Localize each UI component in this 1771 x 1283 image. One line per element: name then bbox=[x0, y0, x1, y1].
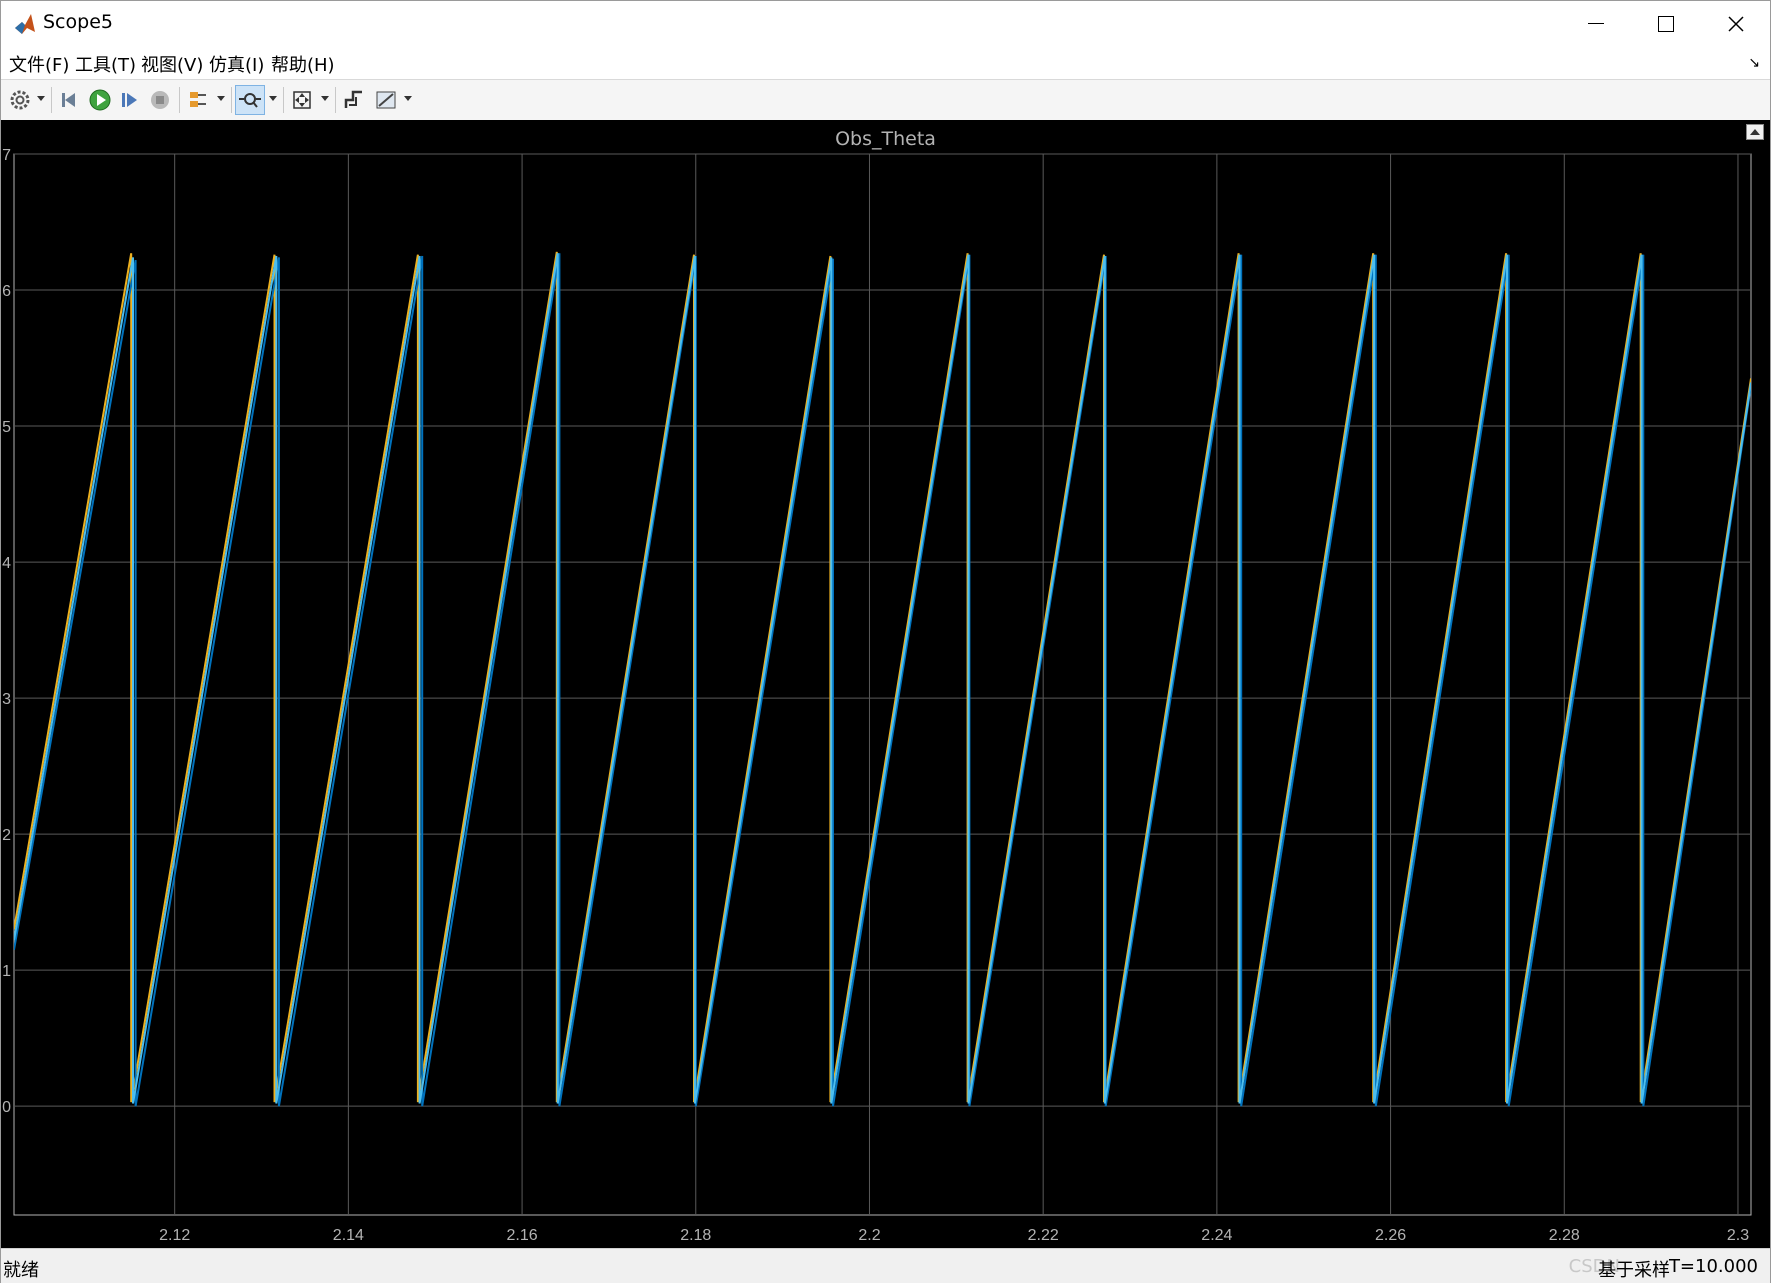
toolbar-separator bbox=[179, 87, 180, 113]
y-tick-label: 7 bbox=[2, 147, 11, 164]
y-tick-label: 3 bbox=[2, 691, 11, 708]
x-tick-label: 2.18 bbox=[680, 1227, 711, 1244]
measure-icon bbox=[375, 89, 397, 111]
x-tick-label: 2.2 bbox=[858, 1227, 880, 1244]
highlight-icon bbox=[187, 89, 209, 111]
step-forward-button[interactable] bbox=[115, 85, 145, 115]
stop-button[interactable] bbox=[145, 85, 175, 115]
x-tick-label: 2.26 bbox=[1375, 1227, 1406, 1244]
toolbar-separator bbox=[283, 87, 284, 113]
minimize-button[interactable] bbox=[1561, 1, 1631, 46]
menu-bar: 文件(F) 工具(T) 视图(V) 仿真(I) 帮助(H) ↘ bbox=[1, 46, 1770, 79]
y-tick-label: 1 bbox=[2, 963, 11, 980]
toolbar-separator bbox=[231, 87, 232, 113]
scope-display[interactable]: Obs_Theta 2.122.142.162.182.22.222.242.2… bbox=[1, 120, 1770, 1248]
step-forward-icon bbox=[119, 89, 141, 111]
y-tick-label: 4 bbox=[2, 555, 11, 572]
signal-button[interactable] bbox=[339, 85, 369, 115]
x-tick-label: 2.22 bbox=[1028, 1227, 1059, 1244]
zoom-button[interactable] bbox=[235, 85, 265, 115]
y-tick-label: 2 bbox=[2, 827, 11, 844]
highlight-button[interactable] bbox=[183, 85, 213, 115]
measure-button[interactable] bbox=[371, 85, 401, 115]
scope-chart: 2.12 2.14 2.16 2.18 2.2 2.22 2.24 2.26 2.28 2.3 0 1… bbox=[1, 120, 1770, 1248]
settings-caret-icon[interactable] bbox=[37, 96, 45, 101]
maximize-icon bbox=[1658, 16, 1674, 32]
menu-file[interactable]: 文件(F) bbox=[9, 51, 69, 77]
dock-arrow-icon[interactable]: ↘ bbox=[1748, 55, 1760, 71]
autoscale-icon bbox=[291, 89, 313, 111]
matlab-logo-icon bbox=[13, 12, 37, 36]
menu-tools[interactable]: 工具(T) bbox=[75, 51, 136, 77]
menu-help[interactable]: 帮助(H) bbox=[271, 51, 335, 77]
y-tick-label: 5 bbox=[2, 419, 11, 436]
x-tick-label: 2.28 bbox=[1549, 1227, 1580, 1244]
toolbar bbox=[1, 79, 1770, 121]
measure-caret-icon[interactable] bbox=[404, 96, 412, 101]
settings-button[interactable] bbox=[5, 85, 35, 115]
x-tick-label: 2.12 bbox=[159, 1227, 190, 1244]
toolbar-separator bbox=[51, 87, 52, 113]
run-button[interactable] bbox=[85, 85, 115, 115]
status-sample-mode: 基于采样 bbox=[1598, 1256, 1670, 1282]
maximize-button[interactable] bbox=[1631, 1, 1701, 46]
autoscale-button[interactable] bbox=[287, 85, 317, 115]
zoom-caret-icon[interactable] bbox=[269, 96, 277, 101]
zoom-icon bbox=[238, 89, 262, 111]
close-icon bbox=[1728, 16, 1744, 32]
x-tick-label: 2.3 bbox=[1727, 1227, 1749, 1244]
toolbar-separator bbox=[335, 87, 336, 113]
stop-icon bbox=[149, 89, 171, 111]
title-bar: Scope5 bbox=[1, 1, 1770, 46]
x-tick-label: 2.14 bbox=[333, 1227, 364, 1244]
menu-simulation[interactable]: 仿真(I) bbox=[209, 51, 264, 77]
signal-icon bbox=[343, 89, 365, 111]
step-back-button[interactable] bbox=[55, 85, 85, 115]
status-bar: 就绪 CSDN 基于采样 T=10.000 bbox=[1, 1248, 1770, 1283]
run-icon bbox=[88, 88, 112, 112]
gear-icon bbox=[9, 89, 31, 111]
status-ready: 就绪 bbox=[3, 1256, 39, 1282]
y-tick-label: 0 bbox=[2, 1099, 11, 1116]
x-tick-label: 2.24 bbox=[1201, 1227, 1232, 1244]
autoscale-caret-icon[interactable] bbox=[321, 96, 329, 101]
status-time: T=10.000 bbox=[1669, 1256, 1758, 1277]
highlight-caret-icon[interactable] bbox=[217, 96, 225, 101]
y-tick-label: 6 bbox=[2, 283, 11, 300]
scope-window: Scope5 文件(F) 工具(T) 视图(V) 仿真(I) 帮助(H) ↘ bbox=[0, 0, 1771, 1283]
x-tick-label: 2.16 bbox=[507, 1227, 538, 1244]
window-title: Scope5 bbox=[43, 11, 113, 33]
menu-view[interactable]: 视图(V) bbox=[141, 51, 203, 77]
step-back-icon bbox=[59, 89, 81, 111]
minimize-icon bbox=[1588, 23, 1604, 25]
close-button[interactable] bbox=[1701, 1, 1771, 46]
